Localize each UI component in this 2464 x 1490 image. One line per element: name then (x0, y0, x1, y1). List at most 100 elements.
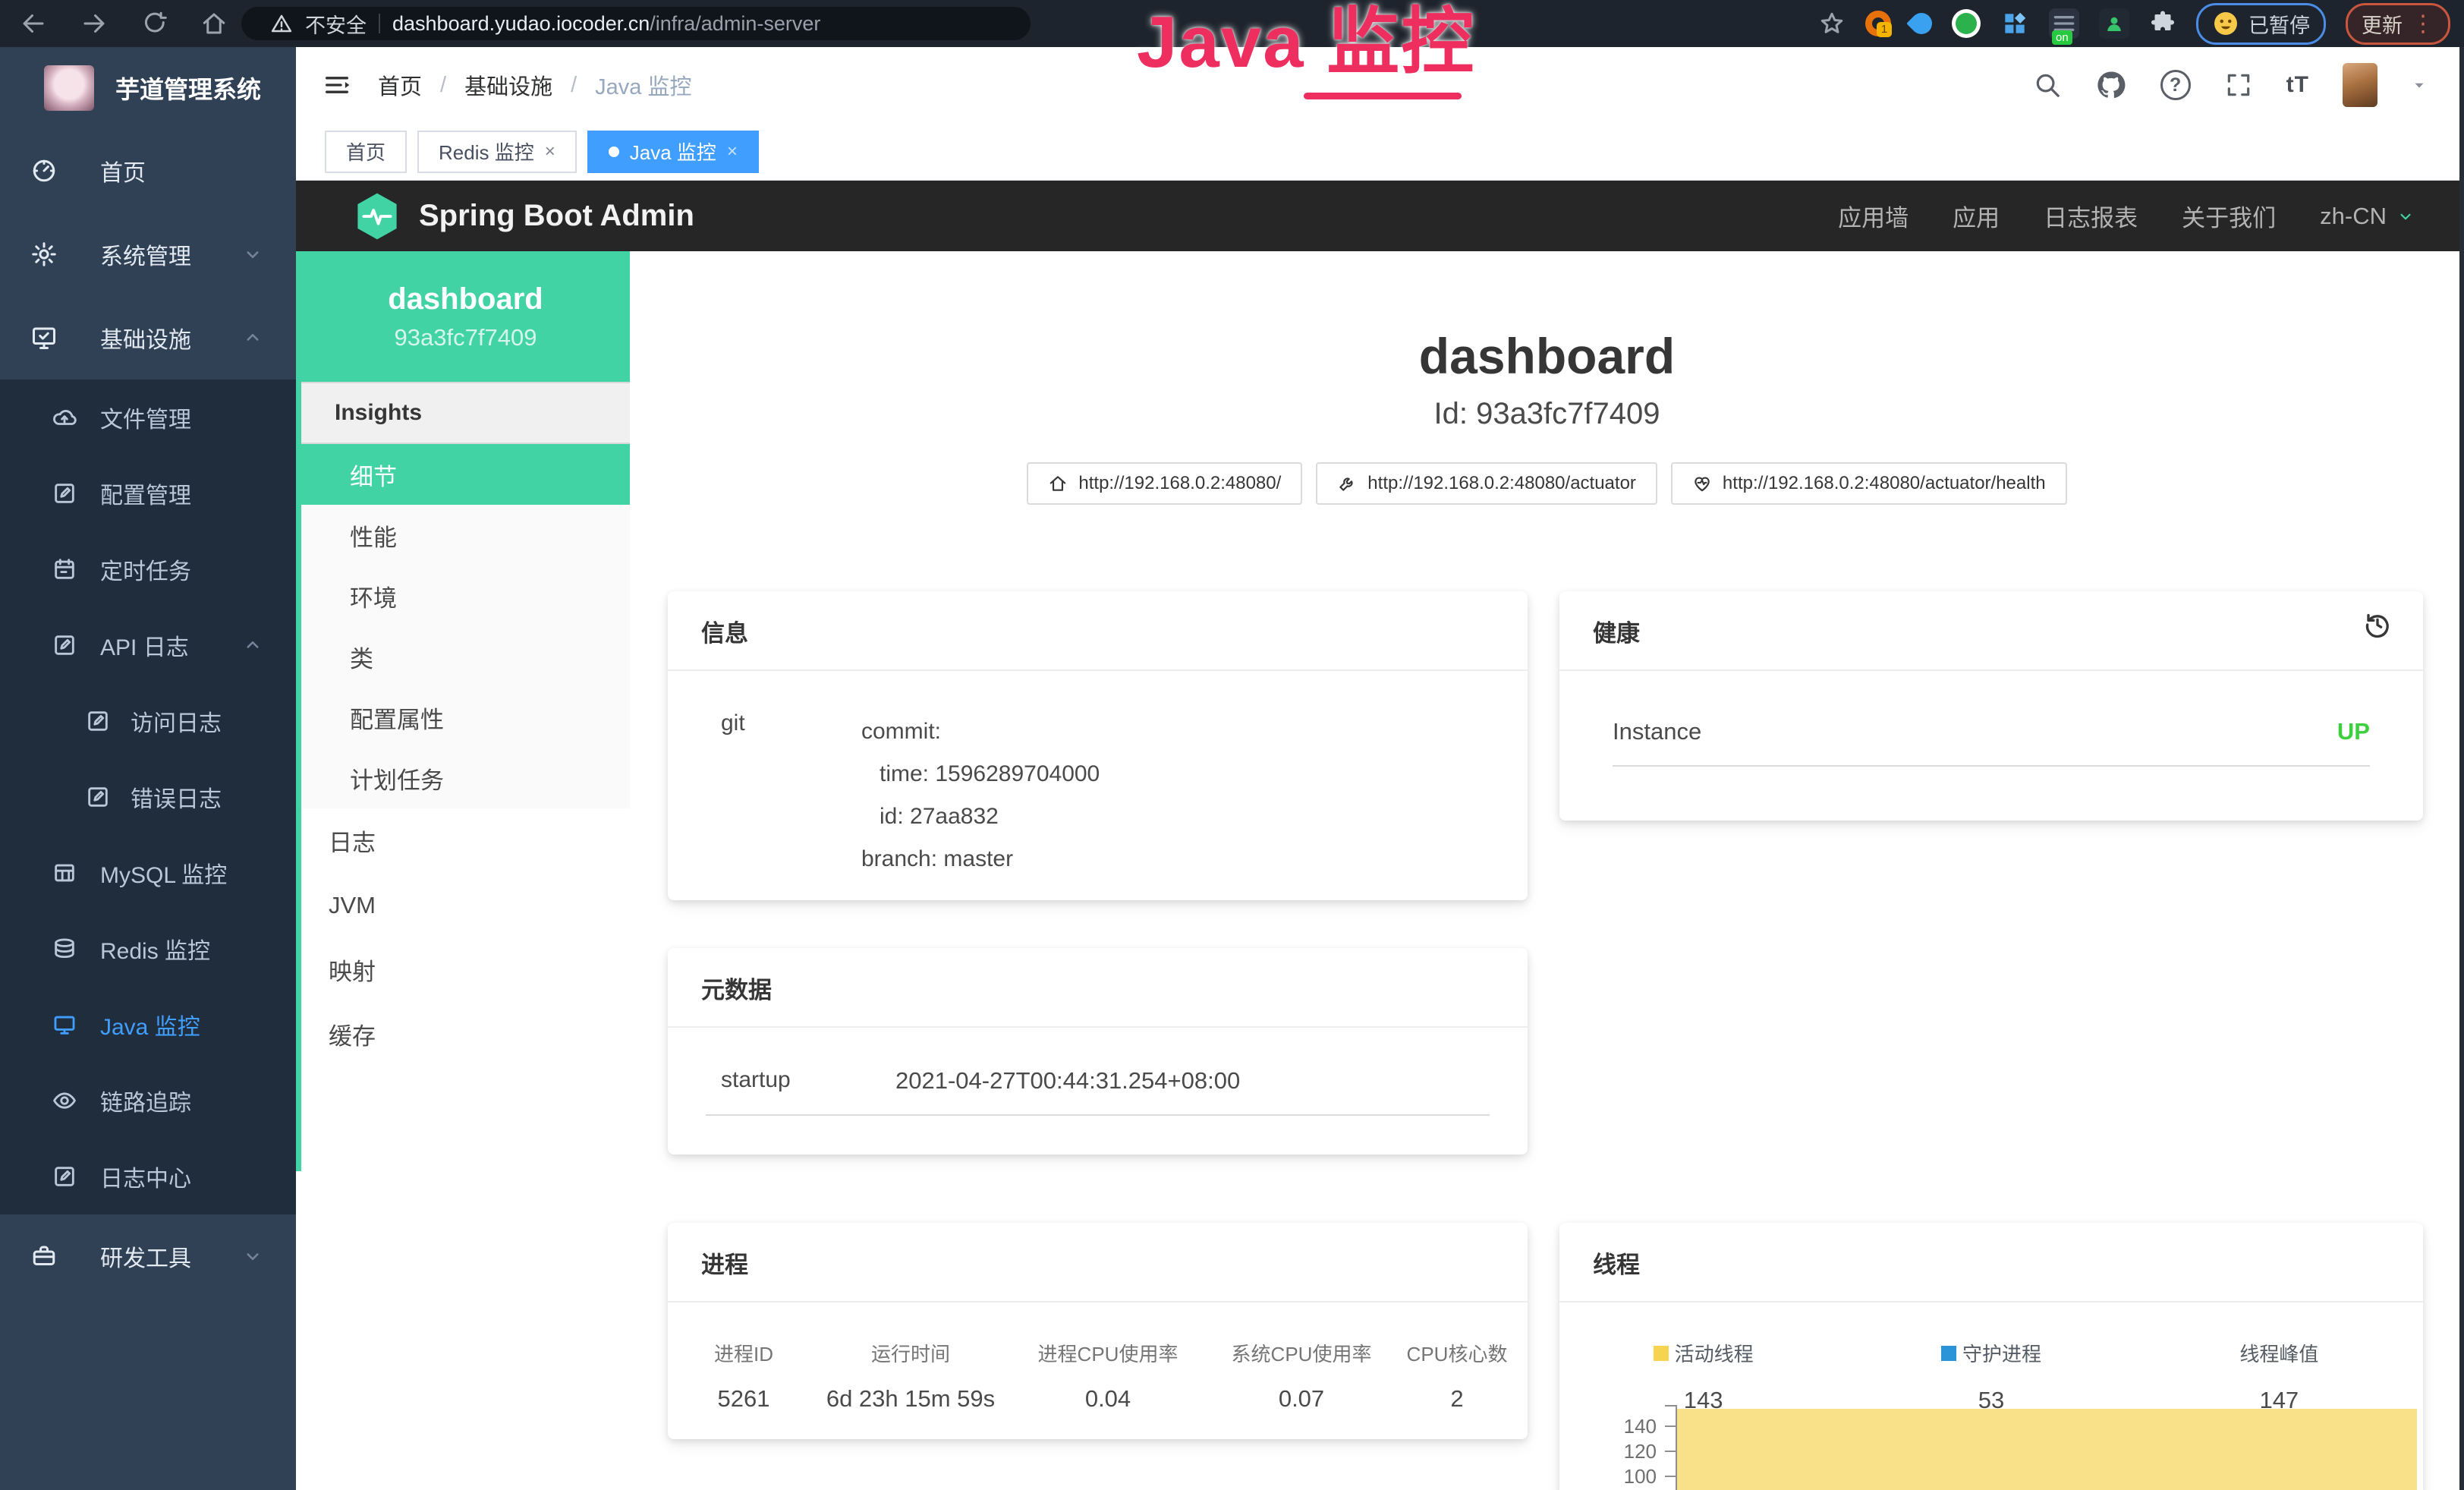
extension-green-circle-icon[interactable] (1952, 9, 1981, 38)
sidebar-item-details[interactable]: 细节 (301, 444, 630, 505)
edit-square-icon (85, 784, 111, 810)
sidebar-item-scheduled[interactable]: 计划任务 (301, 748, 630, 808)
history-icon[interactable] (2362, 610, 2393, 640)
locale-select[interactable]: zh-CN (2320, 203, 2415, 230)
url-text[interactable]: dashboard.yudao.iocoder.cn/infra/admin-s… (392, 12, 820, 36)
y-tick-label: 100 (1602, 1465, 1657, 1488)
security-label[interactable]: 不安全 (305, 9, 367, 39)
browser-back-icon[interactable] (20, 10, 47, 37)
url-path: /infra/admin-server (650, 12, 820, 35)
address-separator (379, 14, 380, 33)
sidebar-item-metrics[interactable]: 性能 (301, 505, 630, 565)
tab-redis-monitor[interactable]: Redis 监控 × (417, 131, 577, 173)
sba-brand[interactable]: Spring Boot Admin (355, 192, 694, 241)
sidebar-item-label: 访问日志 (131, 704, 222, 738)
address-bar[interactable]: 不安全 dashboard.yudao.iocoder.cn/infra/adm… (241, 7, 1031, 40)
github-icon[interactable] (2095, 69, 2127, 101)
bookmark-star-icon[interactable] (1818, 10, 1846, 37)
tab-home[interactable]: 首页 (325, 131, 407, 173)
sba-nav-about[interactable]: 关于我们 (2182, 199, 2276, 233)
legend-label: 守护进程 (1962, 1339, 2041, 1367)
instance-header[interactable]: dashboard 93a3fc7f7409 (301, 251, 630, 382)
sidebar-item-mysql-monitor[interactable]: MySQL 监控 (0, 835, 296, 911)
breadcrumb-infrastructure[interactable]: 基础设施 (464, 69, 552, 101)
y-tick-label: 120 (1602, 1440, 1657, 1463)
process-table-values: 5261 6d 23h 15m 59s 0.04 0.07 2 (668, 1385, 1528, 1413)
status-badge: UP (2337, 718, 2370, 745)
sidebar-item-label: 基础设施 (100, 321, 191, 354)
legend-label: 活动线程 (1675, 1339, 1754, 1367)
sidebar-item-home[interactable]: 首页 (0, 129, 296, 213)
card-title: 信息 (668, 591, 1528, 671)
update-browser-button[interactable]: 更新 ⋮ (2346, 3, 2450, 45)
sidebar-item-trace[interactable]: 链路追踪 (0, 1063, 296, 1139)
info-row-git: git commit: time: 1596289704000 id: 27aa… (668, 671, 1528, 880)
sidebar-item-config-props[interactable]: 配置属性 (301, 687, 630, 748)
extension-switch-icon[interactable]: on (2049, 8, 2079, 39)
hamburger-icon[interactable] (322, 70, 352, 100)
window-right-edge (2459, 47, 2464, 1490)
font-size-icon[interactable]: tT (2286, 72, 2309, 98)
info-value: commit: time: 1596289704000 id: 27aa832 … (861, 710, 1100, 880)
item-label: 细节 (350, 458, 397, 492)
item-label: 性能 (350, 518, 397, 553)
col-header: 系统CPU使用率 (1214, 1339, 1389, 1367)
insights-items: 细节 性能 环境 类 配置属性 计划任务 (301, 444, 630, 808)
help-icon[interactable]: ? (2160, 70, 2191, 100)
sidebar-item-log-center[interactable]: 日志中心 (0, 1139, 296, 1214)
sba-nav-applications[interactable]: 应用 (1953, 199, 2000, 233)
sidebar-item-api-logs[interactable]: API 日志 (0, 607, 296, 683)
extension-person-icon[interactable] (2099, 8, 2129, 39)
process-table-headers: 进程ID 运行时间 进程CPU使用率 系统CPU使用率 CPU核心数 (668, 1339, 1528, 1367)
sidebar-item-access-logs[interactable]: 访问日志 (0, 683, 296, 759)
extension-grid-icon[interactable] (2000, 9, 2029, 38)
header-actions: ? tT (2033, 63, 2464, 107)
health-url-link[interactable]: http://192.168.0.2:48080/actuator/health (1671, 462, 2067, 505)
browser-reload-icon[interactable] (141, 10, 168, 37)
sidebar-item-infrastructure[interactable]: 基础设施 (0, 296, 296, 380)
dashboard-icon (30, 157, 58, 184)
actuator-url-link[interactable]: http://192.168.0.2:48080/actuator (1316, 462, 1657, 505)
sidebar-item-logs[interactable]: 日志 (301, 808, 630, 873)
app-logo-image (44, 65, 94, 111)
sidebar-item-mappings[interactable]: 映射 (301, 937, 630, 1002)
sidebar-group-insights[interactable]: Insights (301, 382, 630, 444)
health-key: Instance (1613, 718, 1701, 745)
breadcrumb-home[interactable]: 首页 (378, 69, 422, 101)
sidebar-item-file-management[interactable]: 文件管理 (0, 380, 296, 455)
sidebar-item-classes[interactable]: 类 (301, 626, 630, 687)
sidebar-item-java-monitor[interactable]: Java 监控 (0, 987, 296, 1063)
service-url-link[interactable]: http://192.168.0.2:48080/ (1027, 462, 1302, 505)
app-logo-bar[interactable]: 芋道管理系统 (0, 47, 296, 129)
edit-square-icon (85, 708, 111, 734)
tab-java-monitor[interactable]: Java 监控 × (587, 131, 759, 173)
extensions-puzzle-icon[interactable] (2149, 10, 2176, 37)
sidebar-item-scheduled-tasks[interactable]: 定时任务 (0, 531, 296, 607)
chart-y-axis (1676, 1405, 1677, 1490)
browser-menu-icon[interactable]: ⋮ (2412, 11, 2434, 37)
search-icon[interactable] (2033, 71, 2062, 99)
tab-label: Redis 监控 (439, 137, 534, 165)
extension-orange-icon[interactable]: 1 (1865, 11, 1891, 36)
sba-nav-wallboard[interactable]: 应用墙 (1838, 199, 1909, 233)
sidebar-item-caches[interactable]: 缓存 (301, 1002, 630, 1066)
sidebar-item-jvm[interactable]: JVM (301, 873, 630, 937)
sidebar-item-system-management[interactable]: 系统管理 (0, 213, 296, 296)
sidebar-item-environment[interactable]: 环境 (301, 565, 630, 626)
fullscreen-icon[interactable] (2224, 71, 2253, 99)
sidebar-item-dev-tools[interactable]: 研发工具 (0, 1214, 296, 1298)
extension-pin-icon[interactable] (1906, 8, 1937, 39)
col-header: CPU核心数 (1389, 1339, 1525, 1367)
close-icon[interactable]: × (727, 141, 738, 162)
browser-forward-icon[interactable] (80, 10, 108, 37)
close-icon[interactable]: × (545, 141, 555, 162)
profile-paused-chip[interactable]: 已暂停 (2196, 3, 2326, 45)
sidebar-item-error-logs[interactable]: 错误日志 (0, 759, 296, 835)
avatar[interactable] (2343, 63, 2377, 107)
sba-nav-journal[interactable]: 日志报表 (2044, 199, 2138, 233)
sidebar-item-redis-monitor[interactable]: Redis 监控 (0, 911, 296, 987)
caret-down-icon[interactable] (2411, 77, 2428, 93)
sidebar-item-config-management[interactable]: 配置管理 (0, 455, 296, 531)
browser-home-icon[interactable] (200, 10, 228, 37)
cell-system-cpu: 0.07 (1214, 1385, 1389, 1413)
